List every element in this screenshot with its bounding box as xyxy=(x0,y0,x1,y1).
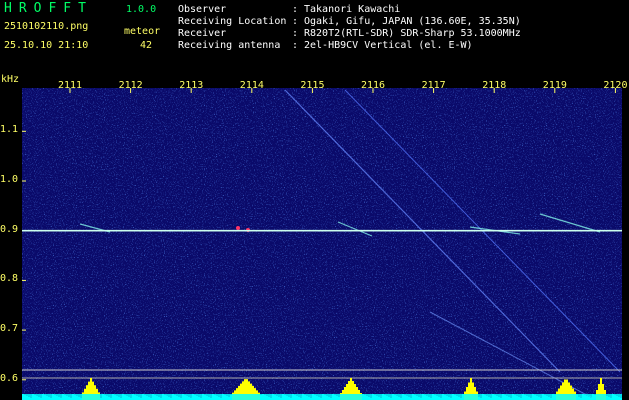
detection-count: 42 xyxy=(140,40,153,51)
x-tick-label: 2114 xyxy=(239,80,264,91)
x-tick-label: 2118 xyxy=(482,80,507,91)
x-tick-label: 2116 xyxy=(361,80,386,91)
info-key: Receiver xyxy=(178,28,227,39)
x-tick-label: 2113 xyxy=(179,80,204,91)
y-tick-label: 1.1 xyxy=(0,124,19,136)
y-tick-label: 0.7 xyxy=(0,323,19,335)
x-tick-label: 2115 xyxy=(300,80,325,91)
info-value: Ogaki, Gifu, JAPAN (136.60E, 35.35N) xyxy=(304,16,521,27)
meteor-echo xyxy=(236,226,240,230)
info-value: R820T2(RTL-SDR) SDR-Sharp 53.1000MHz xyxy=(304,28,521,39)
y-axis-unit: kHz xyxy=(1,74,20,85)
info-location: Receiving Location: Ogaki, Gifu, JAPAN (1… xyxy=(178,16,521,27)
app-title: HROFFT xyxy=(4,1,93,16)
file-name: 2510102110.png xyxy=(4,21,89,32)
app-version: 1.0.0 xyxy=(126,4,157,15)
info-antenna: Receiving antenna:2el-HB9CV Vertical (el… xyxy=(178,40,473,51)
power-floor xyxy=(22,394,622,400)
header-panel: HROFFT 1.0.0 2510102110.png meteor 25.10… xyxy=(0,0,629,72)
x-tick-label: 2117 xyxy=(421,80,446,91)
spectrogram-noise xyxy=(22,88,622,400)
x-tick-label: 2120 xyxy=(603,80,628,91)
y-tick-label: 0.6 xyxy=(0,372,19,384)
y-tick-label: 0.8 xyxy=(0,273,19,285)
x-tick-label: 2111 xyxy=(58,80,83,91)
info-observer: Observer: Takanori Kawachi xyxy=(178,4,401,15)
detection-label: meteor xyxy=(124,26,161,37)
file-datetime: 25.10.10 21:10 xyxy=(4,40,89,51)
info-key: Receiving Location xyxy=(178,16,287,27)
y-tick-label: 0.9 xyxy=(0,223,19,235)
info-value: Takanori Kawachi xyxy=(304,4,401,15)
x-tick-label: 2112 xyxy=(118,80,143,91)
info-key: Observer xyxy=(178,4,227,15)
info-key: Receiving antenna xyxy=(178,40,281,51)
y-tick-label: 1.0 xyxy=(0,174,19,185)
x-tick-label: 2119 xyxy=(542,80,567,91)
spectrogram-plot xyxy=(22,88,622,400)
info-value: 2el-HB9CV Vertical (el. E-W) xyxy=(304,40,473,51)
info-receiver: Receiver: R820T2(RTL-SDR) SDR-Sharp 53.10… xyxy=(178,28,521,39)
